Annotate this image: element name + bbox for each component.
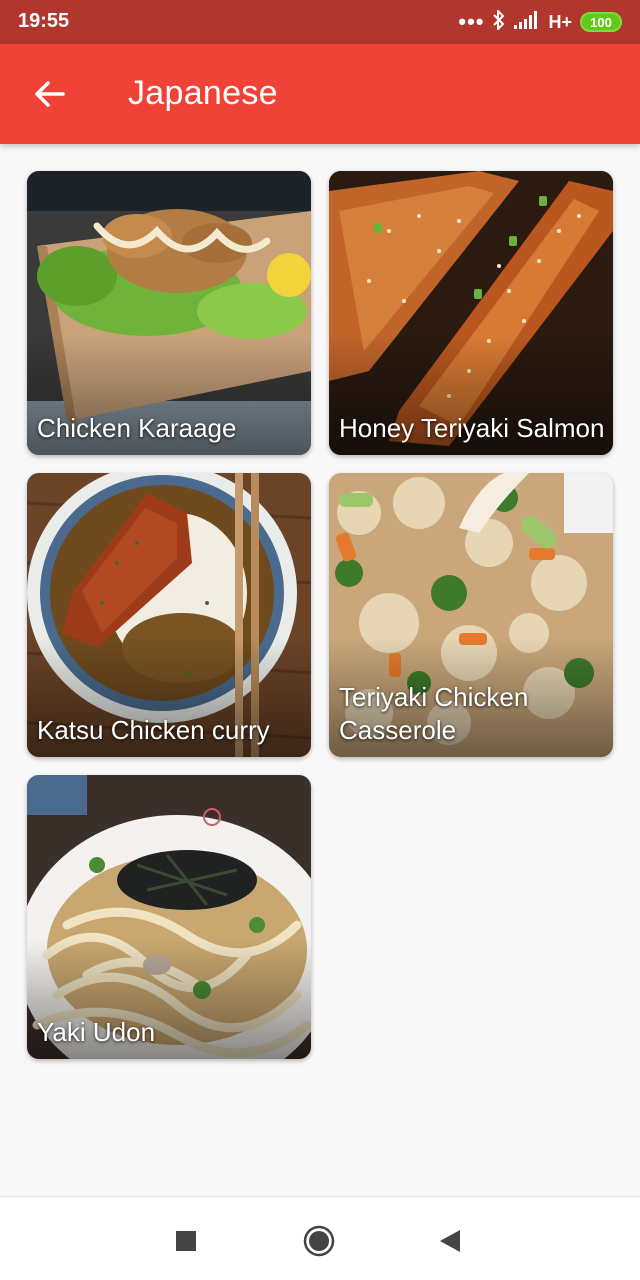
network-type: H+ — [548, 11, 572, 32]
recents-button[interactable] — [164, 1219, 208, 1263]
page-title: Japanese — [128, 74, 278, 112]
recipe-card-katsu-chicken-curry[interactable]: Katsu Chicken curry — [27, 473, 311, 757]
system-nav-bar — [0, 1196, 640, 1280]
recipe-title: Katsu Chicken curry — [37, 715, 270, 745]
bluetooth-icon — [492, 8, 506, 35]
back-button[interactable] — [22, 72, 78, 116]
signal-icon — [514, 10, 540, 34]
circle-home-icon — [303, 1225, 335, 1257]
recipe-title: Chicken Karaage — [37, 413, 237, 443]
recipe-title: Honey Teriyaki Salmon — [339, 413, 605, 443]
status-bar: 19:55 ••• H+ 100 — [0, 0, 640, 44]
recipe-card-chicken-karaage[interactable]: Chicken Karaage — [27, 171, 311, 455]
square-icon — [176, 1231, 196, 1251]
status-icons: ••• H+ 100 — [458, 8, 622, 35]
recipe-card-yaki-udon[interactable]: Yaki Udon — [27, 775, 311, 1059]
home-button[interactable] — [297, 1219, 341, 1263]
app-bar: Japanese — [0, 44, 640, 144]
recipe-title: Yaki Udon — [37, 1017, 156, 1047]
recipe-title: Teriyaki Chicken Casserole — [339, 682, 529, 745]
system-back-button[interactable] — [428, 1219, 472, 1263]
triangle-back-icon — [440, 1230, 460, 1252]
battery-icon: 100 — [580, 12, 622, 32]
more-notifications-icon: ••• — [458, 9, 485, 34]
recipe-card-honey-teriyaki-salmon[interactable]: Honey Teriyaki Salmon — [329, 171, 613, 455]
screen: 19:55 ••• H+ 100 Japanese Chicken Karaag… — [0, 0, 640, 1280]
status-time: 19:55 — [18, 10, 70, 32]
arrow-left-icon — [35, 81, 65, 107]
recipe-card-teriyaki-chicken-casserole[interactable]: Teriyaki Chicken Casserole — [329, 473, 613, 757]
